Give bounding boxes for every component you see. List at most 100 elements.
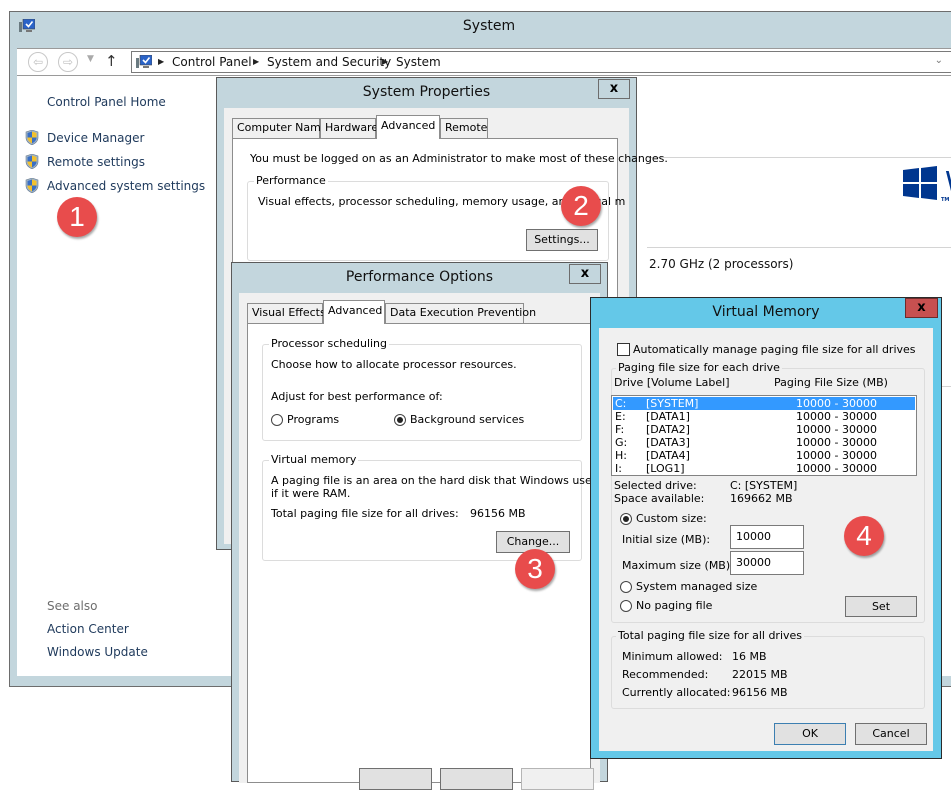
- custom-size-label[interactable]: Custom size:: [636, 512, 707, 525]
- ok-button[interactable]: OK: [774, 723, 846, 745]
- breadcrumb-system-and-security[interactable]: System and Security: [267, 55, 391, 69]
- cancel-button[interactable]: Cancel: [855, 723, 927, 745]
- auto-manage-label[interactable]: Automatically manage paging file size fo…: [633, 343, 916, 356]
- admin-notice: You must be logged on as an Administrato…: [250, 152, 668, 165]
- drive-row[interactable]: C: [SYSTEM] 10000 - 30000: [613, 397, 915, 410]
- ok-button[interactable]: [359, 768, 432, 790]
- tab-computer-name[interactable]: Computer Name: [232, 118, 328, 138]
- back-arrow-icon[interactable]: ⇦: [28, 52, 48, 72]
- processor-scheduling-description: Choose how to allocate processor resourc…: [271, 358, 517, 371]
- drive-paging-size: 10000 - 30000: [796, 462, 877, 475]
- recommended-label: Recommended:: [622, 668, 709, 681]
- cancel-button[interactable]: [440, 768, 513, 790]
- background-services-label[interactable]: Background services: [410, 413, 524, 426]
- windows-logo-icon: [903, 166, 937, 200]
- windows-update-link[interactable]: Windows Update: [47, 645, 148, 659]
- space-available-value: 169662 MB: [730, 492, 793, 505]
- drive-letter: F:: [615, 423, 625, 436]
- breadcrumb-separator-icon[interactable]: ▶: [253, 57, 259, 66]
- close-button[interactable]: x: [905, 298, 938, 318]
- drive-paging-size: 10000 - 30000: [796, 397, 877, 410]
- dialog-title: System Properties: [362, 84, 491, 100]
- window-title: System: [462, 18, 516, 34]
- control-panel-home-link[interactable]: Control Panel Home: [47, 95, 166, 109]
- system-managed-label[interactable]: System managed size: [636, 580, 757, 593]
- drive-row[interactable]: I: [LOG1] 10000 - 30000: [613, 462, 915, 475]
- uac-shield-icon: [25, 130, 39, 145]
- windows-logo-text: W: [945, 165, 951, 198]
- maximum-size-label: Maximum size (MB):: [622, 559, 734, 572]
- initial-size-label: Initial size (MB):: [622, 533, 711, 546]
- virtual-memory-description-line2: if it were RAM.: [271, 487, 351, 500]
- forward-arrow-icon[interactable]: ⇨: [58, 52, 78, 72]
- close-button[interactable]: x: [598, 79, 630, 99]
- drive-volume-label: [LOG1]: [646, 462, 685, 475]
- tab-hardware[interactable]: Hardware: [320, 118, 378, 138]
- device-manager-link[interactable]: Device Manager: [47, 131, 144, 145]
- tab-data-execution-prevention[interactable]: Data Execution Prevention: [385, 303, 536, 323]
- performance-settings-button[interactable]: Settings...: [526, 229, 598, 251]
- tab-remote[interactable]: Remote: [440, 118, 488, 138]
- drive-letter: H:: [615, 449, 627, 462]
- title-bar[interactable]: System: [10, 12, 951, 42]
- drive-volume-label: [DATA4]: [646, 449, 690, 462]
- auto-manage-checkbox[interactable]: [617, 343, 630, 356]
- step-badge-4: 4: [844, 516, 884, 556]
- total-paging-label: Total paging file size for all drives:: [271, 507, 459, 520]
- up-arrow-icon[interactable]: ↑: [105, 52, 118, 70]
- drive-list[interactable]: C: [SYSTEM] 10000 - 30000 E: [DATA1] 100…: [611, 395, 917, 476]
- maximum-size-input[interactable]: 30000: [730, 551, 804, 575]
- performance-options-dialog: Performance Options x Visual Effects Adv…: [231, 262, 614, 790]
- remote-settings-link[interactable]: Remote settings: [47, 155, 145, 169]
- drive-row[interactable]: H: [DATA4] 10000 - 30000: [613, 449, 915, 462]
- virtual-memory-dialog: Virtual Memory x Automatically manage pa…: [590, 297, 942, 759]
- totals-legend: Total paging file size for all drives: [616, 629, 805, 642]
- total-paging-value: 96156 MB: [470, 507, 526, 520]
- chevron-down-icon[interactable]: ⌄: [935, 55, 943, 66]
- trademark-label: TM: [941, 197, 950, 203]
- no-paging-file-radio[interactable]: [620, 600, 632, 612]
- processor-scheduling-legend: Processor scheduling: [269, 337, 390, 350]
- drive-row[interactable]: E: [DATA1] 10000 - 30000: [613, 410, 915, 423]
- tab-strip: Visual Effects Advanced Data Execution P…: [247, 300, 587, 325]
- drive-volume-label: [DATA2]: [646, 423, 690, 436]
- tab-advanced[interactable]: Advanced: [323, 300, 385, 324]
- tab-strip: Computer Name Hardware Advanced Remote: [232, 115, 622, 140]
- address-bar[interactable]: ▶ Control Panel ▶ System and Security ▶ …: [131, 51, 951, 73]
- close-button[interactable]: x: [569, 264, 601, 284]
- recommended-value: 22015 MB: [732, 668, 788, 681]
- no-paging-file-label[interactable]: No paging file: [636, 599, 712, 612]
- section-divider: [647, 157, 951, 158]
- breadcrumb-system[interactable]: System: [396, 55, 441, 69]
- apply-button[interactable]: [521, 768, 594, 790]
- selected-drive-value: C: [SYSTEM]: [730, 479, 798, 492]
- performance-group: Performance Visual effects, processor sc…: [247, 174, 625, 261]
- drive-row[interactable]: F: [DATA2] 10000 - 30000: [613, 423, 915, 436]
- action-center-link[interactable]: Action Center: [47, 622, 129, 636]
- programs-radio[interactable]: [271, 414, 283, 426]
- size-column-header: Paging File Size (MB): [774, 376, 888, 389]
- drive-letter: G:: [615, 436, 628, 449]
- breadcrumb-separator-icon[interactable]: ▶: [382, 57, 388, 66]
- drive-column-header: Drive [Volume Label]: [614, 376, 730, 389]
- programs-label[interactable]: Programs: [287, 413, 339, 426]
- drive-letter: I:: [615, 462, 622, 475]
- uac-shield-icon: [25, 154, 39, 169]
- breadcrumb-separator-icon[interactable]: ▶: [158, 57, 164, 66]
- currently-allocated-label: Currently allocated:: [622, 686, 731, 699]
- space-available-label: Space available:: [614, 492, 705, 505]
- system-managed-radio[interactable]: [620, 581, 632, 593]
- background-services-radio[interactable]: [394, 414, 406, 426]
- drive-row[interactable]: G: [DATA3] 10000 - 30000: [613, 436, 915, 449]
- adjust-performance-label: Adjust for best performance of:: [271, 390, 443, 403]
- chevron-down-icon[interactable]: ▼: [87, 54, 94, 64]
- breadcrumb-control-panel[interactable]: Control Panel: [172, 55, 252, 69]
- totals-group: Total paging file size for all drives Mi…: [611, 629, 925, 709]
- custom-size-radio[interactable]: [620, 513, 632, 525]
- per-drive-legend: Paging file size for each drive: [616, 361, 782, 374]
- tab-visual-effects[interactable]: Visual Effects: [247, 303, 326, 323]
- initial-size-input[interactable]: 10000: [730, 525, 804, 549]
- advanced-system-settings-link[interactable]: Advanced system settings: [47, 179, 205, 193]
- tab-advanced[interactable]: Advanced: [376, 115, 440, 139]
- set-button[interactable]: Set: [845, 596, 917, 617]
